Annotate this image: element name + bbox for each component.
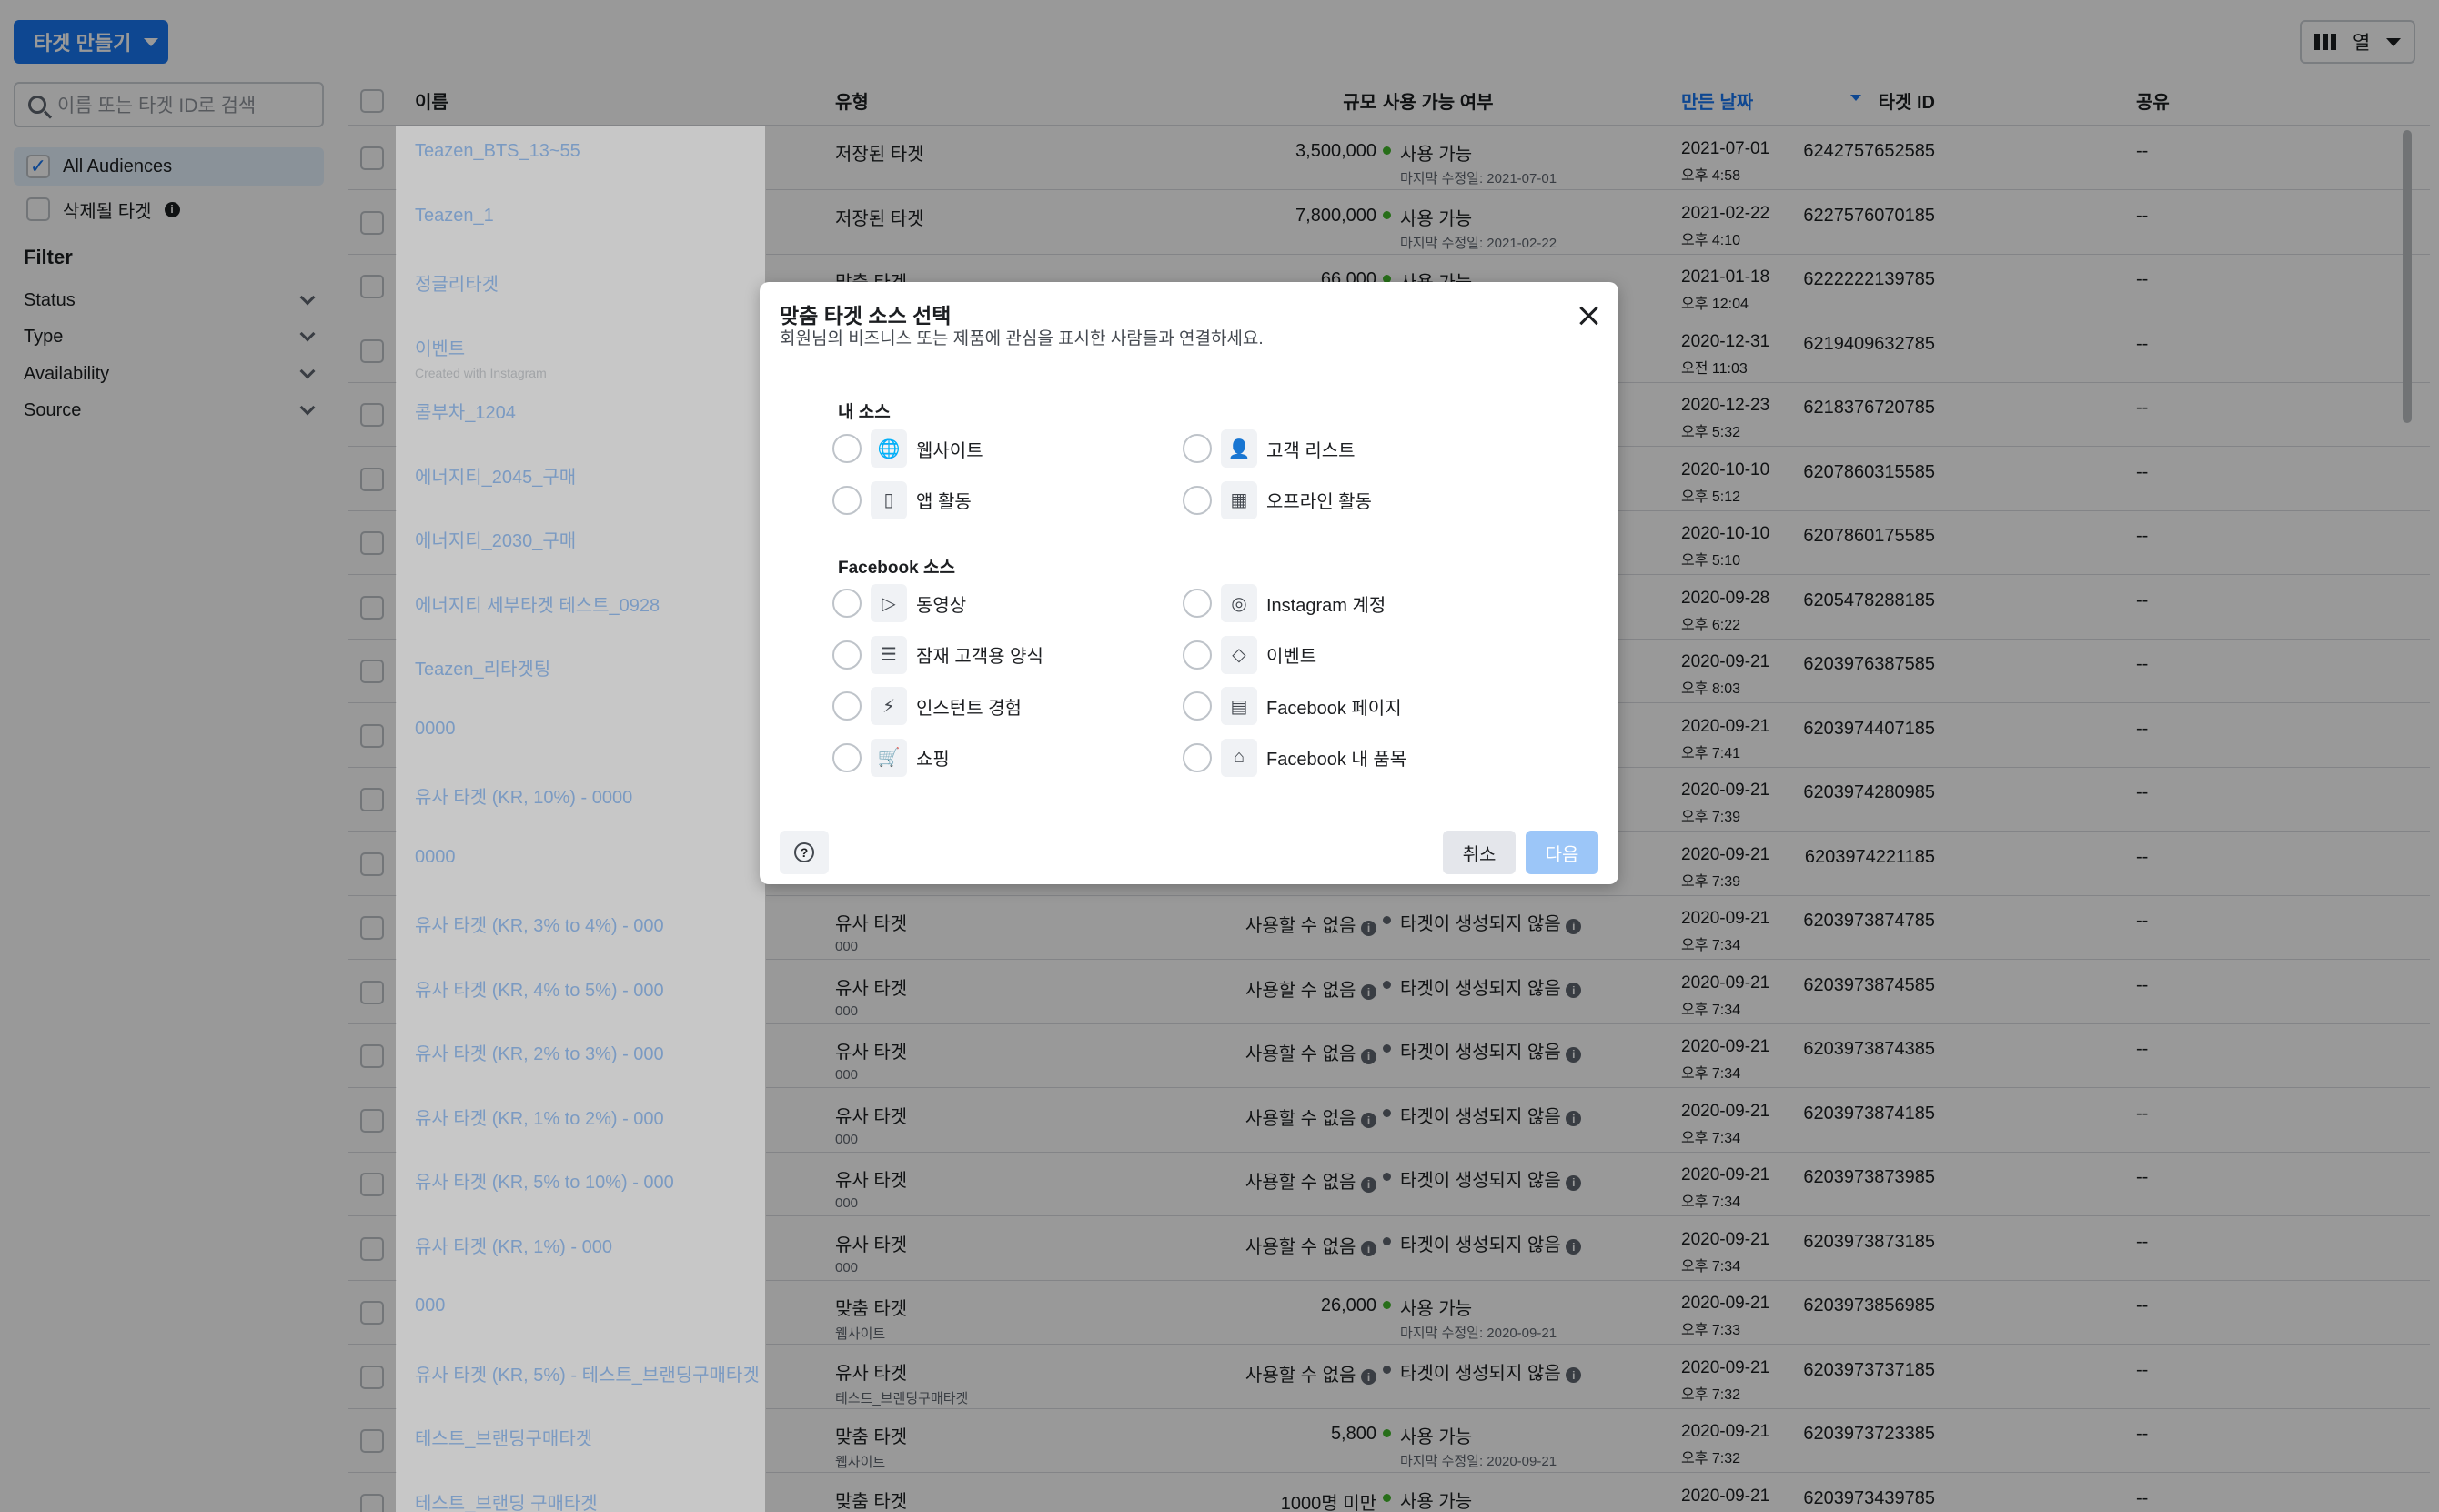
radio-button[interactable] — [1183, 589, 1212, 618]
source-option[interactable]: 🛒 쇼핑 — [832, 737, 950, 779]
radio-button[interactable] — [832, 589, 862, 618]
mobile-app-icon: ▯ — [871, 480, 907, 519]
radio-button[interactable] — [1183, 485, 1212, 515]
source-option[interactable]: 👤 고객 리스트 — [1183, 428, 1356, 469]
radio-button[interactable] — [832, 742, 862, 772]
source-option[interactable]: ▦ 오프라인 활동 — [1183, 479, 1372, 521]
dialog-subtitle: 회원님의 비즈니스 또는 제품에 관심을 표시한 사람들과 연결하세요. — [780, 329, 1264, 348]
radio-button[interactable] — [832, 640, 862, 670]
source-select-dialog: 맞춤 타겟 소스 선택 회원님의 비즈니스 또는 제품에 관심을 표시한 사람들… — [760, 282, 1618, 884]
store-icon: ▦ — [1221, 480, 1257, 519]
radio-button[interactable] — [1183, 640, 1212, 670]
source-option-label: 앱 활동 — [916, 492, 972, 512]
help-button[interactable]: ? — [780, 831, 829, 874]
page-icon: ▤ — [1221, 687, 1257, 725]
radio-button[interactable] — [832, 485, 862, 515]
source-option-label: 고객 리스트 — [1266, 440, 1356, 461]
source-option[interactable]: ◇ 이벤트 — [1183, 634, 1316, 676]
radio-button[interactable] — [832, 434, 862, 463]
source-option[interactable]: ◎ Instagram 계정 — [1183, 582, 1386, 624]
cart-icon: 🛒 — [871, 738, 907, 777]
instagram-icon: ◎ — [1221, 584, 1257, 622]
source-option[interactable]: ▯ 앱 활동 — [832, 479, 972, 521]
my-sources-title: 내 소스 — [838, 403, 891, 422]
name-column-highlight — [396, 126, 765, 1512]
radio-button[interactable] — [1183, 742, 1212, 772]
source-option-label: 잠재 고객용 양식 — [916, 647, 1043, 667]
source-option-label: Facebook 페이지 — [1266, 698, 1402, 719]
source-option-label: 이벤트 — [1266, 647, 1317, 667]
globe-icon: 🌐 — [871, 429, 907, 468]
customer-list-icon: 👤 — [1221, 429, 1257, 468]
shop-icon: ⌂ — [1221, 738, 1257, 777]
source-option-label: 인스턴트 경험 — [916, 698, 1022, 719]
source-option[interactable]: 🌐 웹사이트 — [832, 428, 983, 469]
source-option[interactable]: ▤ Facebook 페이지 — [1183, 685, 1402, 727]
source-option-label: 동영상 — [916, 595, 967, 616]
source-option-label: Instagram 계정 — [1266, 595, 1386, 616]
next-button[interactable]: 다음 — [1526, 831, 1598, 874]
form-lines-icon: ☰ — [871, 635, 907, 674]
cancel-button[interactable]: 취소 — [1443, 831, 1516, 874]
lightning-icon: ⚡ — [871, 687, 907, 725]
source-option[interactable]: ⌂ Facebook 내 품목 — [1183, 737, 1406, 779]
facebook-sources-title: Facebook 소스 — [838, 559, 955, 578]
close-icon[interactable] — [1578, 306, 1598, 326]
source-option-label: 웹사이트 — [916, 440, 983, 461]
video-play-icon: ▷ — [871, 584, 907, 622]
source-option[interactable]: ⚡ 인스턴트 경험 — [832, 685, 1022, 727]
radio-button[interactable] — [832, 691, 862, 721]
radio-button[interactable] — [1183, 434, 1212, 463]
source-option[interactable]: ▷ 동영상 — [832, 582, 966, 624]
question-icon: ? — [794, 842, 814, 862]
source-option[interactable]: ☰ 잠재 고객용 양식 — [832, 634, 1043, 676]
ticket-icon: ◇ — [1221, 635, 1257, 674]
source-option-label: 쇼핑 — [916, 750, 950, 770]
radio-button[interactable] — [1183, 691, 1212, 721]
source-option-label: 오프라인 활동 — [1266, 492, 1372, 512]
source-option-label: Facebook 내 품목 — [1266, 750, 1407, 770]
